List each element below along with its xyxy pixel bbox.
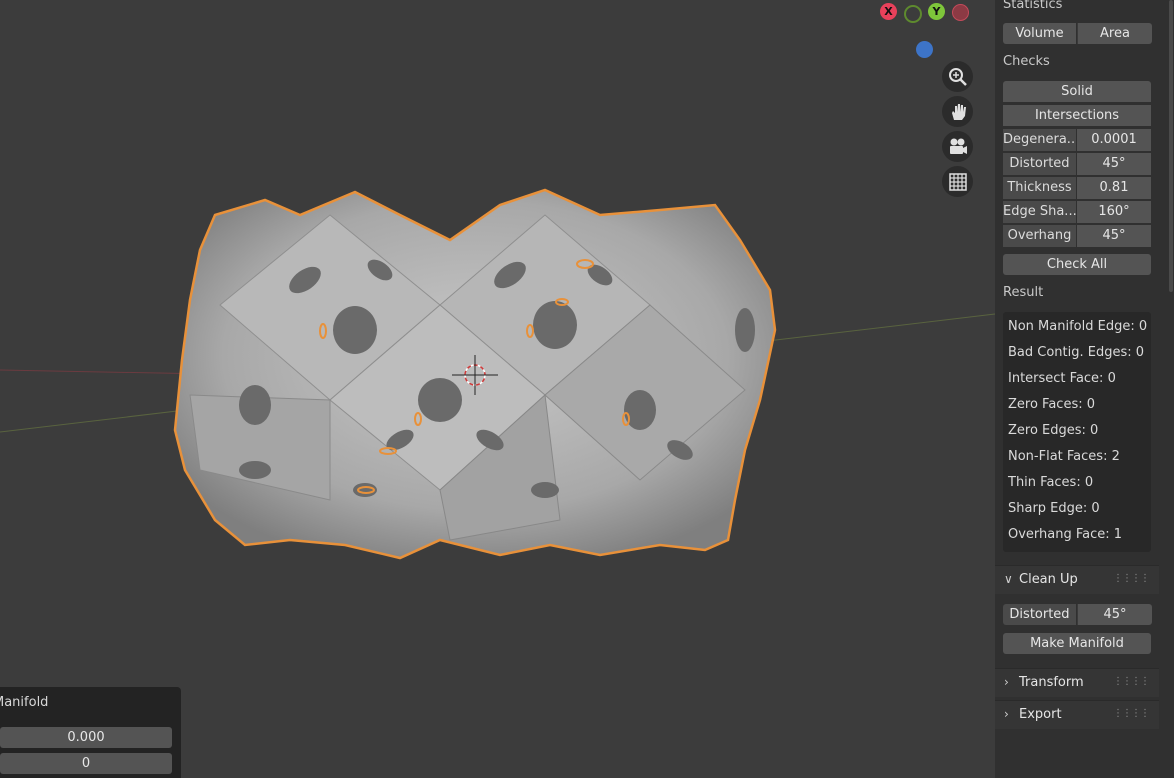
sidebar-3d-print-toolbox: Statistics Volume Area Checks Solid Inte… [995, 0, 1174, 778]
result-label: Result [1003, 285, 1044, 300]
viewport-scene [0, 188, 995, 560]
export-panel-header[interactable]: › Export ⋮⋮⋮⋮ [995, 700, 1159, 729]
hand-icon [951, 103, 966, 120]
result-list: Non Manifold Edge: 0 Bad Contig. Edges: … [1003, 312, 1151, 552]
thickness-value[interactable]: 0.81 [1077, 177, 1151, 199]
grid-icon [948, 172, 967, 191]
zoom-icon [948, 67, 967, 86]
export-title: Export [1019, 707, 1062, 722]
gizmo-x-axis[interactable]: X [880, 3, 897, 20]
check-row-overhang: Overhang 45° [1003, 225, 1151, 248]
drag-grip-icon[interactable]: ⋮⋮⋮⋮ [1113, 676, 1150, 687]
gizmo-x-negative[interactable] [952, 4, 969, 21]
transform-panel-header[interactable]: › Transform ⋮⋮⋮⋮ [995, 668, 1159, 697]
selected-mesh-object [173, 188, 777, 560]
distorted-value[interactable]: 45° [1077, 153, 1151, 175]
degenerate-label[interactable]: Degenera... [1003, 129, 1076, 151]
make-manifold-button[interactable]: Make Manifold [1003, 633, 1151, 654]
sidebar-scrollbar[interactable] [1169, 0, 1173, 292]
camera-icon [949, 138, 967, 154]
result-line[interactable]: Thin Faces: 0 [1008, 475, 1093, 490]
gizmo-y-axis[interactable]: Y [928, 3, 945, 20]
cleanup-distorted-value[interactable]: 45° [1077, 604, 1152, 625]
result-line[interactable]: Bad Contig. Edges: 0 [1008, 345, 1144, 360]
check-row-thickness: Thickness 0.81 [1003, 177, 1151, 200]
pan-button[interactable] [942, 96, 973, 127]
check-row-edge-sharp: Edge Sha... 160° [1003, 201, 1151, 224]
result-line[interactable]: Overhang Face: 1 [1008, 527, 1122, 542]
zoom-button[interactable] [942, 61, 973, 92]
result-line[interactable]: Sharp Edge: 0 [1008, 501, 1100, 516]
check-row-distorted: Distorted 45° [1003, 153, 1151, 176]
result-line[interactable]: Non Manifold Edge: 0 [1008, 319, 1147, 334]
result-line[interactable]: Zero Faces: 0 [1008, 397, 1095, 412]
check-all-button[interactable]: Check All [1003, 254, 1151, 275]
edge-sharp-label[interactable]: Edge Sha... [1003, 201, 1076, 223]
area-button[interactable]: Area [1077, 23, 1152, 44]
gizmo-z-axis[interactable] [916, 41, 933, 58]
overhang-label[interactable]: Overhang [1003, 225, 1076, 247]
check-row-degenerate: Degenera... 0.0001 [1003, 129, 1151, 152]
cleanup-distorted-label[interactable]: Distorted [1003, 604, 1076, 625]
chevron-right-icon: › [1004, 675, 1009, 689]
volume-button[interactable]: Volume [1003, 23, 1076, 44]
cleanup-title: Clean Up [1019, 572, 1078, 587]
solid-button[interactable]: Solid [1003, 81, 1151, 102]
operator-value-field-1[interactable]: 0.000 [0, 727, 172, 748]
chevron-down-icon: ∨ [1004, 572, 1013, 586]
operator-panel: Manifold 0.000 0 [0, 687, 181, 778]
edge-sharp-value[interactable]: 160° [1077, 201, 1151, 223]
3d-viewport[interactable]: X Y anifold 0.000 0 [0, 0, 995, 778]
operator-panel-title: Manifold [0, 695, 49, 710]
operator-value-field-2[interactable]: 0 [0, 753, 172, 774]
statistics-label: Statistics [1003, 0, 1063, 12]
drag-grip-icon[interactable]: ⋮⋮⋮⋮ [1113, 573, 1150, 584]
chevron-right-icon: › [1004, 707, 1009, 721]
result-line[interactable]: Zero Edges: 0 [1008, 423, 1098, 438]
degenerate-value[interactable]: 0.0001 [1077, 129, 1151, 151]
drag-grip-icon[interactable]: ⋮⋮⋮⋮ [1113, 708, 1150, 719]
orthographic-toggle-button[interactable] [942, 166, 973, 197]
result-line[interactable]: Non-Flat Faces: 2 [1008, 449, 1120, 464]
transform-title: Transform [1019, 675, 1084, 690]
gizmo-y-negative[interactable] [904, 5, 922, 23]
checks-label: Checks [1003, 54, 1050, 69]
distorted-label[interactable]: Distorted [1003, 153, 1076, 175]
camera-view-button[interactable] [942, 131, 973, 162]
result-line[interactable]: Intersect Face: 0 [1008, 371, 1116, 386]
thickness-label[interactable]: Thickness [1003, 177, 1076, 199]
cleanup-panel-header[interactable]: ∨ Clean Up ⋮⋮⋮⋮ [995, 565, 1159, 594]
intersections-button[interactable]: Intersections [1003, 105, 1151, 126]
overhang-value[interactable]: 45° [1077, 225, 1151, 247]
